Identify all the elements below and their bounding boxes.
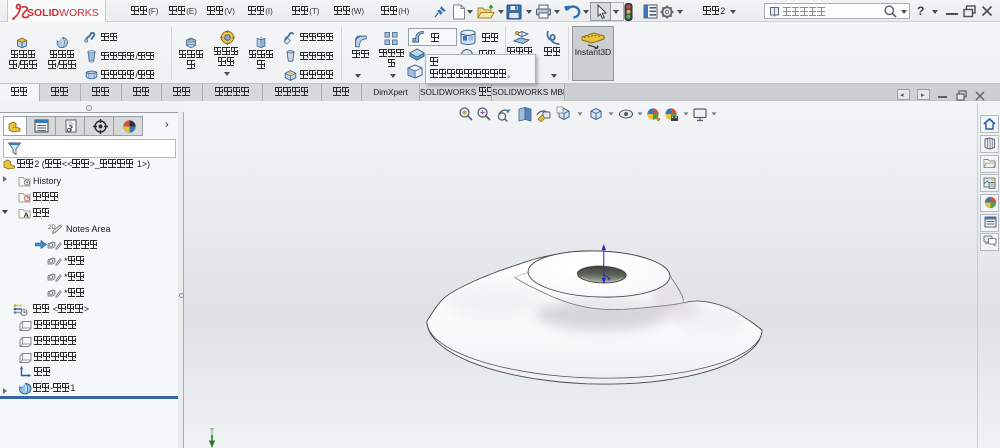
- svg-text:A: A: [24, 211, 30, 220]
